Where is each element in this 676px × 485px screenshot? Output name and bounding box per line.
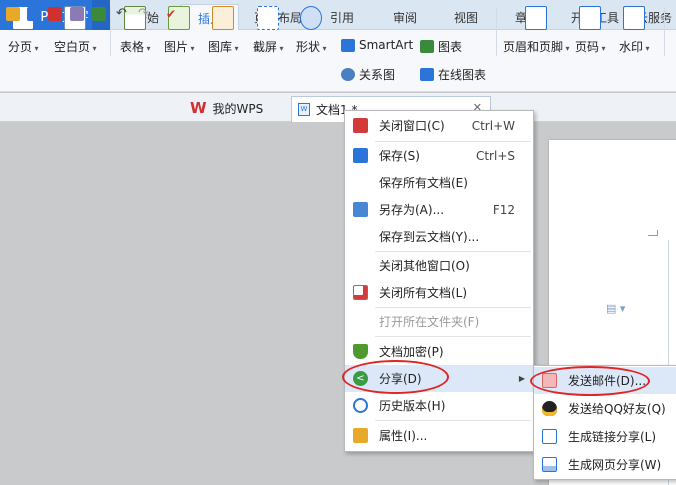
close-all-icon bbox=[353, 285, 368, 300]
page-break-label: 分页 bbox=[8, 38, 39, 55]
shortcut-label: Ctrl+W bbox=[471, 118, 515, 133]
menu-item-label: 文档加密(P) bbox=[379, 345, 444, 359]
smartart-label: SmartArt bbox=[359, 38, 414, 52]
chevron-right-icon: ▶ bbox=[518, 374, 525, 383]
shape-label: 形状 bbox=[296, 38, 327, 55]
menu-item-save[interactable]: 保存(S) Ctrl+S bbox=[345, 142, 533, 169]
open-folder-icon[interactable] bbox=[6, 7, 20, 21]
submenu-item-link-share[interactable]: 生成链接分享(L) bbox=[534, 423, 676, 450]
screenshot-button[interactable]: 截屏 bbox=[253, 4, 284, 55]
tab-review[interactable]: 审阅 bbox=[379, 4, 431, 30]
page-number-icon bbox=[579, 6, 602, 30]
menu-item-close-window[interactable]: 关闭窗口(C) Ctrl+W bbox=[345, 112, 533, 139]
menu-item-label: 关闭窗口(C) bbox=[379, 119, 445, 133]
page-number-label: 页码 bbox=[575, 38, 606, 55]
wps-logo-icon: W bbox=[190, 99, 207, 117]
print-icon[interactable] bbox=[70, 7, 84, 21]
menu-item-label: 关闭所有文档(L) bbox=[379, 286, 468, 300]
gallery-icon bbox=[212, 6, 235, 30]
save-icon[interactable] bbox=[27, 7, 41, 21]
menu-item-save-all[interactable]: 保存所有文档(E) bbox=[345, 169, 533, 196]
gallery-label: 图库 bbox=[208, 38, 239, 55]
format-painter-icon[interactable]: ✔ bbox=[166, 7, 180, 21]
close-window-icon bbox=[353, 118, 368, 133]
page-margin-marker bbox=[648, 230, 658, 236]
shape-icon bbox=[300, 6, 323, 30]
menu-item-label: 历史版本(H) bbox=[379, 399, 446, 413]
undo-icon[interactable]: ↶ bbox=[116, 7, 130, 21]
smartart-button[interactable]: SmartArt bbox=[341, 38, 413, 52]
menu-item-label: 属性(I)... bbox=[379, 429, 428, 443]
menu-item-label: 另存为(A)... bbox=[379, 203, 445, 217]
shape-button[interactable]: 形状 bbox=[296, 4, 327, 55]
annotation-circle-share bbox=[342, 360, 449, 394]
submenu-item-label: 发送给QQ好友(Q) bbox=[568, 402, 666, 416]
submenu-item-send-qq[interactable]: 发送给QQ好友(Q) bbox=[534, 395, 676, 422]
menu-item-close-others[interactable]: 关闭其他窗口(O) bbox=[345, 252, 533, 279]
menu-item-label: 关闭其他窗口(O) bbox=[379, 259, 470, 273]
blank-page-label: 空白页 bbox=[54, 38, 97, 55]
smartart-icon bbox=[341, 38, 355, 52]
menu-item-properties[interactable]: 属性(I)... bbox=[345, 422, 533, 449]
header-footer-label: 页眉和页脚 bbox=[503, 38, 570, 55]
bar-chart-icon bbox=[420, 40, 434, 53]
chart-label: 图表 bbox=[438, 40, 463, 54]
shortcut-label: F12 bbox=[492, 202, 515, 217]
redo-icon[interactable]: ↷ bbox=[138, 7, 152, 21]
scissors-icon bbox=[257, 6, 280, 30]
divider bbox=[496, 8, 497, 56]
divider bbox=[110, 8, 111, 56]
web-share-icon bbox=[542, 457, 557, 472]
relation-button[interactable]: 关系图 bbox=[341, 66, 395, 83]
my-wps-label: 我的WPS bbox=[212, 101, 264, 116]
save-as-icon bbox=[353, 202, 368, 217]
menu-item-label: 保存到云文档(Y)... bbox=[379, 230, 480, 244]
watermark-button[interactable]: 水印 bbox=[619, 4, 650, 55]
menu-item-label: 保存(S) bbox=[379, 149, 420, 163]
menu-item-save-as[interactable]: 另存为(A)... F12 bbox=[345, 196, 533, 223]
online-chart-label: 在线图表 bbox=[438, 68, 487, 82]
watermark-icon bbox=[623, 6, 646, 30]
relation-label: 关系图 bbox=[359, 68, 396, 82]
gallery-button[interactable]: 图库 bbox=[208, 4, 239, 55]
menu-item-history[interactable]: 历史版本(H) bbox=[345, 392, 533, 419]
tab-my-wps[interactable]: W 我的WPS bbox=[190, 96, 263, 120]
menu-separator bbox=[375, 336, 531, 337]
print-preview-icon[interactable] bbox=[92, 7, 106, 21]
menu-item-label: 打开所在文件夹(F) bbox=[379, 315, 480, 329]
relation-icon bbox=[341, 68, 355, 81]
annotation-circle-send-email bbox=[530, 366, 650, 396]
pdf-export-icon[interactable] bbox=[48, 7, 62, 21]
online-chart-icon bbox=[420, 68, 434, 81]
menu-item-open-folder[interactable]: 打开所在文件夹(F) bbox=[345, 308, 533, 335]
divider bbox=[664, 8, 665, 56]
word-doc-icon: W bbox=[298, 103, 310, 116]
menu-item-save-to-cloud[interactable]: 保存到云文档(Y)... bbox=[345, 223, 533, 250]
submenu-item-label: 生成链接分享(L) bbox=[568, 430, 657, 444]
header-footer-button[interactable]: 页眉和页脚 bbox=[503, 4, 570, 55]
qq-penguin-icon bbox=[542, 401, 557, 416]
paste-options-icon[interactable]: ▤ ▾ bbox=[606, 302, 625, 315]
link-share-icon bbox=[542, 429, 557, 444]
document-tab-context-menu: 关闭窗口(C) Ctrl+W 保存(S) Ctrl+S 保存所有文档(E) 另存… bbox=[344, 110, 534, 452]
history-icon bbox=[353, 398, 368, 413]
tab-view[interactable]: 视图 bbox=[440, 4, 492, 30]
chart-button[interactable]: 图表 bbox=[420, 38, 462, 55]
menu-item-label: 保存所有文档(E) bbox=[379, 176, 468, 190]
header-footer-icon bbox=[525, 6, 548, 30]
shortcut-label: Ctrl+S bbox=[475, 148, 515, 163]
table-label: 表格 bbox=[120, 38, 151, 55]
submenu-item-label: 生成网页分享(W) bbox=[568, 458, 662, 472]
page-number-button[interactable]: 页码 bbox=[575, 4, 606, 55]
submenu-item-web-share[interactable]: 生成网页分享(W) bbox=[534, 451, 676, 478]
shield-icon bbox=[353, 344, 368, 359]
menu-item-close-all[interactable]: 关闭所有文档(L) bbox=[345, 279, 533, 306]
properties-icon bbox=[353, 428, 368, 443]
picture-label: 图片 bbox=[164, 38, 195, 55]
save-icon bbox=[353, 148, 368, 163]
online-chart-button[interactable]: 在线图表 bbox=[420, 66, 486, 83]
menu-separator bbox=[375, 420, 531, 421]
watermark-label: 水印 bbox=[619, 38, 650, 55]
screenshot-label: 截屏 bbox=[253, 38, 284, 55]
